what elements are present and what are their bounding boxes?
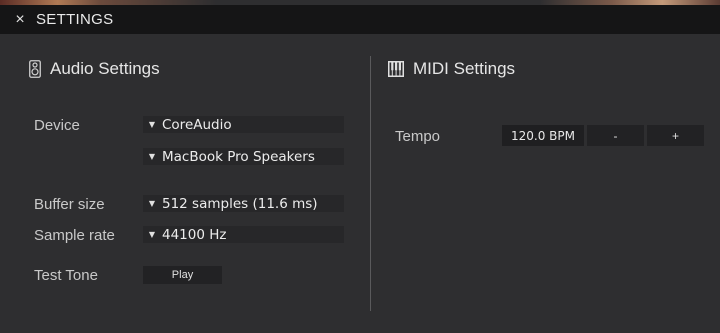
buffer-size-value: 512 samples (11.6 ms): [162, 195, 318, 212]
dropdown-arrow-icon: ▼: [148, 152, 156, 161]
title-bar: × SETTINGS: [0, 5, 720, 34]
sample-rate-dropdown[interactable]: ▼ 44100 Hz: [143, 226, 344, 243]
device-driver-value: CoreAudio: [162, 116, 232, 133]
midi-settings-header: MIDI Settings: [388, 59, 515, 79]
piano-keys-icon: [388, 61, 404, 77]
tempo-decrease-button[interactable]: -: [587, 125, 644, 146]
audio-settings-header: Audio Settings: [29, 59, 160, 79]
close-icon[interactable]: ×: [6, 11, 34, 29]
dropdown-arrow-icon: ▼: [148, 230, 156, 239]
device-output-dropdown[interactable]: ▼ MacBook Pro Speakers: [143, 148, 344, 165]
tempo-value-field[interactable]: 120.0 BPM: [502, 125, 584, 146]
midi-settings-title: MIDI Settings: [413, 59, 516, 78]
device-output-value: MacBook Pro Speakers: [162, 148, 315, 165]
buffer-size-dropdown[interactable]: ▼ 512 samples (11.6 ms): [143, 195, 344, 212]
sample-rate-label: Sample rate: [34, 227, 115, 244]
dropdown-arrow-icon: ▼: [148, 199, 156, 208]
speaker-icon: [29, 60, 41, 78]
audio-settings-title: Audio Settings: [50, 59, 160, 78]
tempo-label: Tempo: [395, 128, 441, 145]
tempo-increase-button[interactable]: +: [647, 125, 704, 146]
settings-panel: Audio Settings MIDI Settings Device ▼ Co…: [0, 34, 720, 333]
device-label: Device: [34, 117, 80, 134]
window-title: SETTINGS: [36, 11, 114, 28]
section-divider: [370, 56, 371, 311]
sample-rate-value: 44100 Hz: [162, 226, 227, 243]
dropdown-arrow-icon: ▼: [148, 120, 156, 129]
device-driver-dropdown[interactable]: ▼ CoreAudio: [143, 116, 344, 133]
buffer-size-label: Buffer size: [34, 196, 105, 213]
play-test-tone-button[interactable]: Play: [143, 266, 222, 284]
test-tone-label: Test Tone: [34, 267, 98, 284]
